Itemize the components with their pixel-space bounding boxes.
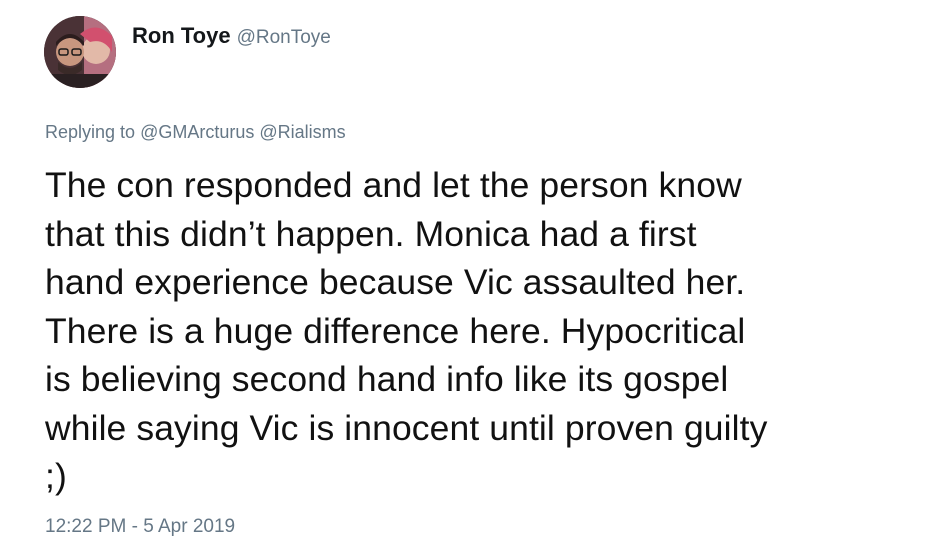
tweet-timestamp[interactable]: 12:22 PM - 5 Apr 2019 [45, 514, 235, 540]
tweet-card: Ron Toye @RonToye Replying to @GMArcturus… [0, 0, 927, 552]
tweet-text: The con responded and let the person kno… [45, 161, 915, 501]
author-handle[interactable]: @RonToye [237, 27, 331, 48]
tweet-text-line: is believing second hand info like its g… [45, 359, 729, 399]
mention-link[interactable]: @Rialisms [259, 122, 345, 142]
tweet-text-line: hand experience because Vic assaulted he… [45, 258, 915, 307]
tweet-text-line: There is a huge difference here. Hypocri… [45, 310, 746, 351]
tweet-text-segment: hand experience because [45, 262, 464, 302]
replying-to: Replying to @GMArcturus @Rialisms [45, 120, 346, 144]
replying-to-label: Replying to [45, 122, 136, 142]
mention-link[interactable]: @GMArcturus [140, 122, 254, 142]
avatar[interactable] [44, 16, 116, 88]
profile-photo-icon [44, 16, 116, 88]
author-display-name[interactable]: Ron Toye [132, 23, 231, 48]
tweet-text-line: The con responded and let the person kno… [45, 165, 742, 205]
highlighted-text: Vic assaulted her. [464, 258, 745, 307]
tweet-text-line: that this didn’t happen. Monica had a fi… [45, 213, 697, 254]
tweet-text-line: ;) [45, 456, 67, 496]
author-info: Ron Toye @RonToye [132, 22, 331, 53]
tweet-text-line: while saying Vic is innocent until prove… [45, 407, 768, 448]
